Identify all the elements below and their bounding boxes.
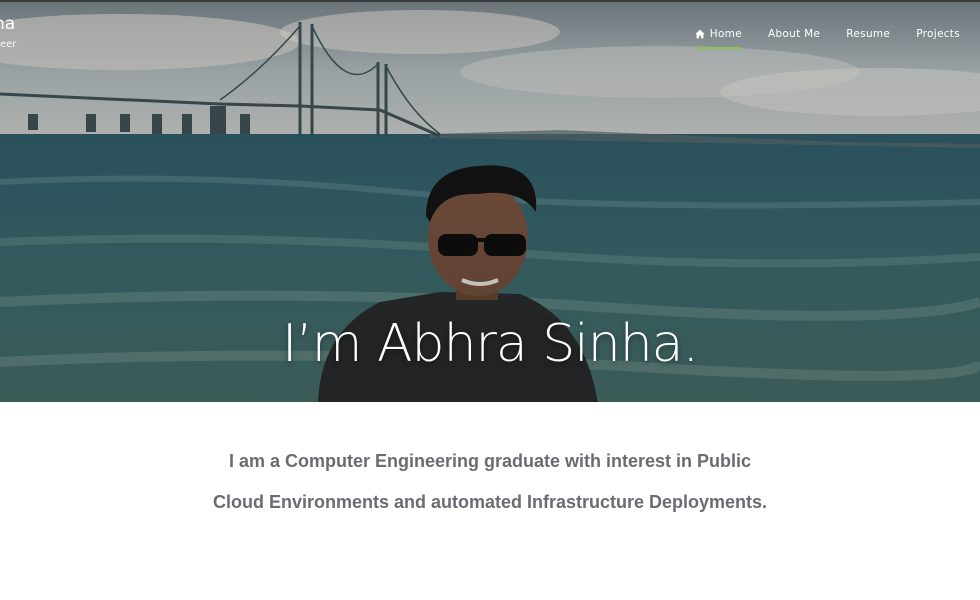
home-icon [695,29,705,39]
hero-heading: I’m Abhra Sinha. [281,314,699,374]
hero-section: na eer Home About Me Resume Projects I’m… [0,0,980,402]
nav-item-projects[interactable]: Projects [916,28,960,49]
nav-item-resume[interactable]: Resume [846,28,890,49]
nav-item-home[interactable]: Home [694,28,743,49]
nav-item-about-me[interactable]: About Me [768,28,820,49]
intro-section: I am a Computer Engineering graduate wit… [0,441,980,523]
nav-label-projects: Projects [916,28,960,40]
site-brand[interactable]: na eer [0,14,16,52]
nav-label-resume: Resume [846,28,891,40]
brand-subtitle: eer [0,39,17,50]
nav-label-home: Home [709,28,742,40]
brand-name[interactable]: na [0,14,16,34]
main-navigation: Home About Me Resume Projects [694,2,980,62]
nav-label-about-me: About Me [767,28,821,40]
intro-text: I am a Computer Engineering graduate wit… [212,451,768,512]
